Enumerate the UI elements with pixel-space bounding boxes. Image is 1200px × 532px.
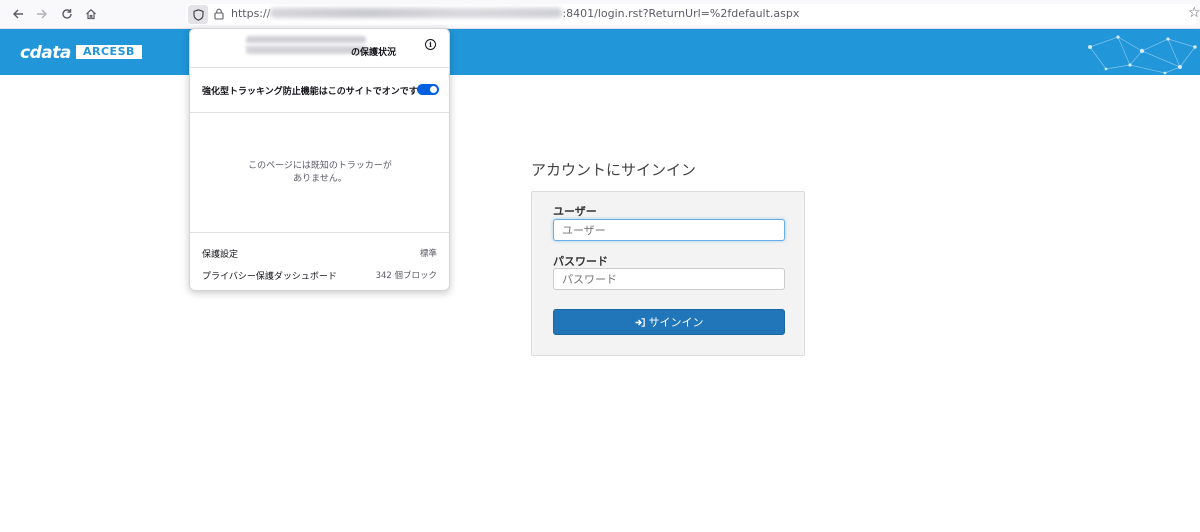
tracking-protection-popup: の保護状況 i 強化型トラッキング防止機能はこのサイトでオンです このページには… — [189, 28, 450, 291]
sign-in-icon — [635, 317, 645, 327]
url-host-redacted — [270, 8, 563, 18]
signin-button[interactable]: サインイン — [553, 309, 785, 335]
signin-title: アカウントにサインイン — [531, 161, 697, 179]
protection-level-value: 標準 — [419, 249, 437, 259]
divider — [190, 112, 449, 113]
star-icon[interactable]: ☆ — [1188, 5, 1200, 21]
password-input[interactable] — [553, 268, 785, 290]
divider — [190, 232, 449, 233]
user-input[interactable] — [553, 219, 785, 241]
browser-toolbar: https:// :8401/login.rst?ReturnUrl=%2fdef… — [0, 0, 1200, 29]
popup-host-redacted — [246, 36, 366, 54]
no-trackers-message: このページには既知のトラッカーがありません。 — [248, 161, 392, 184]
user-label: ユーザー — [553, 205, 597, 218]
info-icon[interactable]: i — [425, 39, 436, 50]
reload-icon[interactable] — [58, 5, 76, 23]
back-arrow-icon[interactable] — [9, 5, 27, 23]
tracking-protection-toggle[interactable] — [417, 84, 439, 95]
tracking-toggle-label: 強化型トラッキング防止機能はこのサイトでオンです — [202, 87, 418, 97]
signin-panel: ユーザー パスワード サインイン — [531, 191, 805, 356]
password-label: パスワード — [553, 255, 608, 268]
protection-settings-link[interactable]: 保護設定 — [202, 247, 238, 260]
home-icon[interactable] — [82, 5, 100, 23]
logo-badge: ARCESB — [76, 45, 142, 59]
privacy-dashboard-link[interactable]: プライバシー保護ダッシュボード — [202, 269, 337, 282]
logo-text: cdata — [20, 43, 71, 63]
network-graphic — [1088, 35, 1197, 75]
shield-icon[interactable] — [188, 5, 208, 24]
popup-header: の保護状況 i — [190, 29, 449, 67]
signin-button-label: サインイン — [648, 316, 704, 329]
blocked-count: 342 個ブロック — [375, 271, 437, 281]
forward-arrow-icon[interactable] — [33, 5, 51, 23]
divider — [190, 67, 449, 68]
lock-icon[interactable] — [212, 6, 226, 22]
url-scheme: https:// — [231, 7, 271, 20]
popup-title: の保護状況 — [351, 48, 397, 58]
url-text: https:// :8401/login.rst?ReturnUrl=%2fdef… — [231, 7, 799, 20]
toggle-knob — [430, 86, 437, 93]
url-path: :8401/login.rst?ReturnUrl=%2fdefault.asp… — [562, 7, 800, 20]
app-header: cdata ARCESB — [0, 29, 1200, 75]
